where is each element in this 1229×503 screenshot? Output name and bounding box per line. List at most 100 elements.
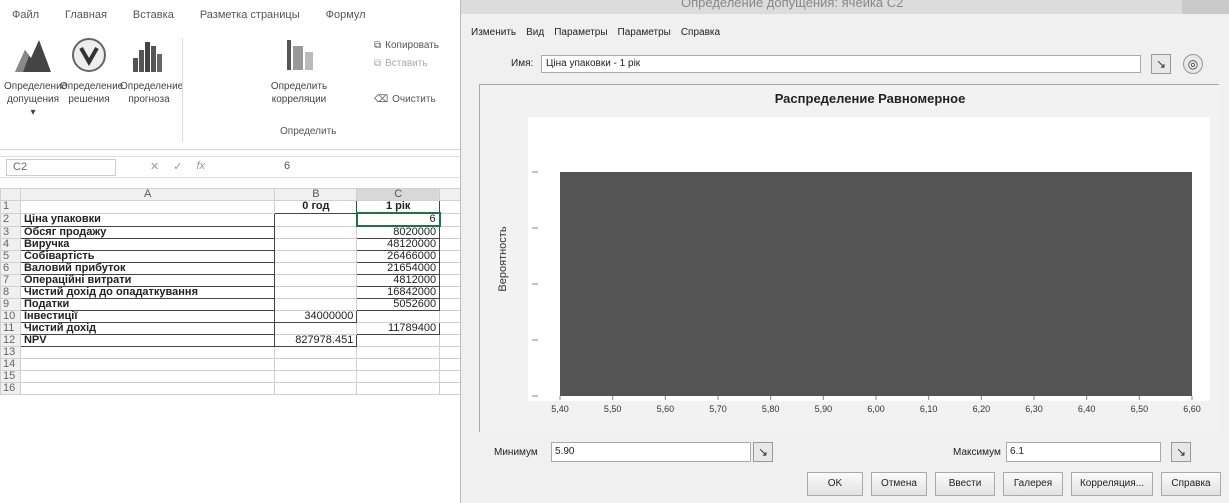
select-all-corner[interactable]: [0, 188, 21, 201]
menu-home[interactable]: Главная: [65, 9, 107, 21]
row-header[interactable]: 13: [0, 346, 21, 359]
cell-a[interactable]: Виручка: [19, 238, 276, 251]
gallery-button[interactable]: Галерея: [1003, 472, 1063, 496]
cell-c[interactable]: 11789400: [356, 322, 441, 335]
cell-b[interactable]: [274, 212, 358, 227]
minimum-input[interactable]: 5.90: [551, 442, 751, 462]
cell-a[interactable]: [19, 346, 276, 359]
cell-b[interactable]: [274, 250, 358, 263]
define-forecast-button[interactable]: Определение прогноза: [120, 36, 183, 106]
cell-b[interactable]: 0 год: [274, 200, 358, 214]
row-header[interactable]: 16: [0, 382, 21, 395]
cell-a[interactable]: NPV: [19, 334, 276, 347]
cell-c[interactable]: [356, 358, 441, 371]
row-header[interactable]: 1: [0, 200, 21, 214]
cell-a[interactable]: Чистий дохід до опадаткування: [19, 286, 276, 299]
cell-c[interactable]: 8020000: [356, 225, 441, 239]
cell-c[interactable]: [356, 370, 441, 383]
cell-c[interactable]: 4812000: [356, 274, 441, 287]
cell-b[interactable]: [274, 322, 358, 335]
cell-c[interactable]: 1 рік: [356, 200, 441, 214]
cancel-button[interactable]: Отмена: [871, 472, 927, 496]
cell-a[interactable]: Ціна упаковки: [19, 212, 276, 227]
cell-a[interactable]: Чистий дохід: [19, 322, 276, 335]
enter-button[interactable]: Ввести: [935, 472, 995, 496]
cell-b[interactable]: [274, 382, 358, 395]
cell-b[interactable]: [274, 370, 358, 383]
row-header[interactable]: 3: [0, 225, 21, 239]
cell-b[interactable]: [274, 286, 358, 299]
cell-b[interactable]: [274, 274, 358, 287]
menu-help[interactable]: Справка: [681, 27, 720, 38]
row-header[interactable]: 15: [0, 370, 21, 383]
row-header[interactable]: 2: [0, 212, 21, 227]
cell-a[interactable]: Валовий прибуток: [19, 262, 276, 275]
cell-b[interactable]: 34000000: [274, 310, 358, 323]
menu-edit[interactable]: Изменить: [471, 27, 516, 38]
cell-c[interactable]: 48120000: [356, 238, 441, 251]
paste-button[interactable]: ⧉ Вставить: [374, 58, 428, 69]
row-header[interactable]: 12: [0, 334, 21, 347]
cell-b[interactable]: [274, 225, 358, 239]
name-box[interactable]: C2: [6, 159, 116, 176]
row-header[interactable]: 7: [0, 274, 21, 287]
cell-a[interactable]: Податки: [19, 298, 276, 311]
cell-reference-icon[interactable]: ↘: [1151, 54, 1171, 74]
gallery-icon[interactable]: ◎: [1183, 54, 1203, 74]
menu-insert[interactable]: Вставка: [133, 9, 174, 21]
cell-a[interactable]: Операційні витрати: [19, 274, 276, 287]
menu-preferences[interactable]: Параметры: [618, 27, 671, 38]
menu-formulas[interactable]: Формул: [326, 9, 366, 21]
cell-c[interactable]: 6: [355, 212, 441, 227]
column-header-a[interactable]: A: [19, 188, 276, 201]
ok-button[interactable]: OK: [807, 472, 863, 496]
cell-c[interactable]: 5052600: [356, 298, 441, 311]
row-header[interactable]: 6: [0, 262, 21, 275]
worksheet-grid[interactable]: A B C 1 0 год 1 рік 2 Ціна упаковки 6 3 Обсяг п…: [0, 188, 470, 395]
cancel-icon[interactable]: ✕: [150, 160, 159, 173]
row-header[interactable]: 8: [0, 286, 21, 299]
row-header[interactable]: 10: [0, 310, 21, 323]
cell-c[interactable]: [356, 346, 441, 359]
define-decision-button[interactable]: Определение решения: [60, 36, 123, 106]
cell-b[interactable]: [274, 238, 358, 251]
cell-b[interactable]: [274, 298, 358, 311]
check-icon[interactable]: ✓: [173, 160, 182, 173]
copy-button[interactable]: ⧉ Копировать: [374, 40, 439, 51]
cell-a[interactable]: Обсяг продажу: [19, 225, 276, 239]
formula-value[interactable]: 6: [284, 160, 290, 172]
name-input[interactable]: Ціна упаковки - 1 рік: [541, 55, 1141, 73]
define-correlations-button[interactable]: Определить корреляции: [270, 36, 328, 106]
maximum-cell-ref-icon[interactable]: ↘: [1171, 442, 1191, 462]
cell-b[interactable]: [274, 346, 358, 359]
column-header-c[interactable]: C: [356, 188, 441, 201]
cell-c[interactable]: 16842000: [356, 286, 441, 299]
minimum-cell-ref-icon[interactable]: ↘: [753, 442, 773, 462]
cell-b[interactable]: [274, 262, 358, 275]
menu-parameters[interactable]: Параметры: [554, 27, 607, 38]
menu-file[interactable]: Файл: [12, 9, 39, 21]
cell-a[interactable]: [19, 358, 276, 371]
maximum-input[interactable]: 6.1: [1006, 442, 1161, 462]
cell-c[interactable]: [356, 382, 441, 395]
cell-a[interactable]: Собівартість: [19, 250, 276, 263]
clear-button[interactable]: ⌫ Очистить: [374, 94, 436, 105]
cell-a[interactable]: [19, 370, 276, 383]
column-header-b[interactable]: B: [274, 188, 358, 201]
correlation-button[interactable]: Корреляция...: [1071, 472, 1153, 496]
cell-a[interactable]: [19, 382, 276, 395]
cell-c[interactable]: [356, 334, 441, 347]
row-header[interactable]: 4: [0, 238, 21, 251]
row-header[interactable]: 14: [0, 358, 21, 371]
cell-c[interactable]: 26466000: [356, 250, 441, 263]
menu-view[interactable]: Вид: [526, 27, 544, 38]
fx-icon[interactable]: fx: [196, 160, 205, 173]
cell-c[interactable]: [356, 310, 441, 323]
cell-b[interactable]: 827978.451: [274, 334, 358, 347]
define-assumption-button[interactable]: Определение допущения ▾: [4, 36, 67, 119]
cell-b[interactable]: [274, 358, 358, 371]
cell-a[interactable]: [19, 200, 276, 214]
close-button[interactable]: [1182, 0, 1229, 14]
cell-a[interactable]: Інвестиції: [19, 310, 276, 323]
dialog-title-bar[interactable]: Определение допущения: ячейка C2: [461, 0, 1229, 14]
